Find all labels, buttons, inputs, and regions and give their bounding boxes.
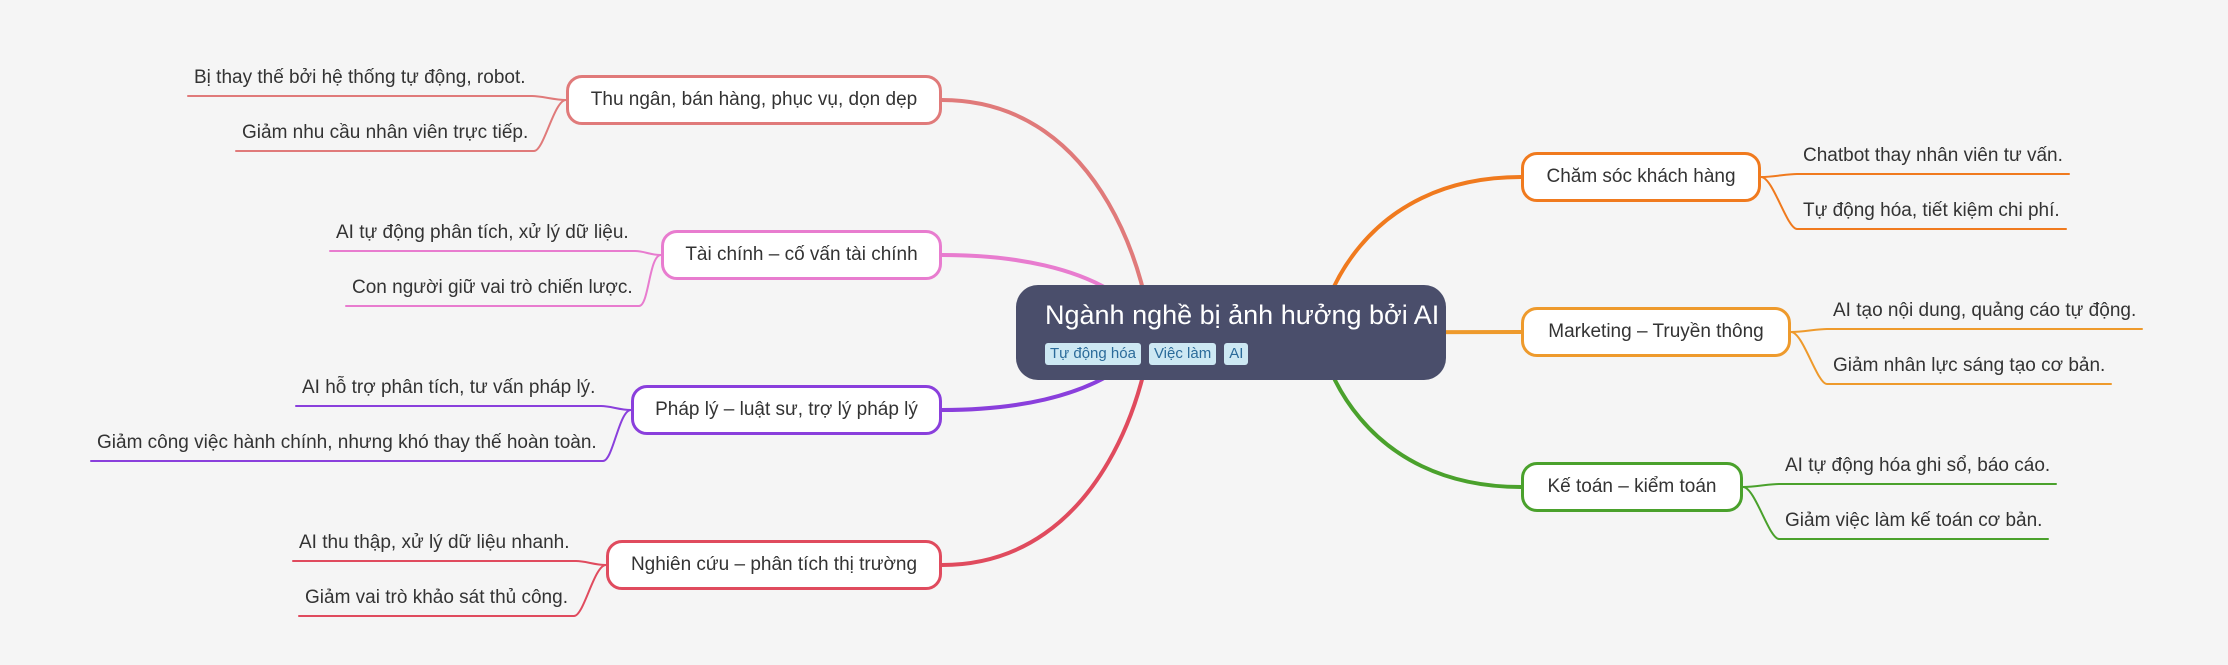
label-tags: Tự động hóa Việc làm AI [1045,343,1417,365]
detail-care-chatbot[interactable]: Chatbot thay nhân viên tư vấn. [1803,144,2063,168]
detail-marketing-content[interactable]: AI tạo nội dung, quảng cáo tự động. [1833,299,2136,323]
topic-cashier-sales[interactable]: Thu ngân, bán hàng, phục vụ, dọn dẹp [566,75,942,125]
detail-connector-4-0 [1760,173,2070,178]
detail-research-survey[interactable]: Giảm vai trò khảo sát thủ công. [305,586,568,610]
central-topic[interactable]: Ngành nghề bị ảnh hưởng bởi AI Tự động h… [1016,285,1446,380]
detail-accounting-bookkeeping[interactable]: AI tự động hóa ghi sổ, báo cáo. [1785,454,2050,478]
detail-care-automation[interactable]: Tự động hóa, tiết kiệm chi phí. [1803,199,2060,223]
detail-marketing-staff[interactable]: Giảm nhân lực sáng tạo cơ bản. [1833,354,2105,378]
detail-connector-2-0 [295,405,632,411]
tag-jobs[interactable]: Việc làm [1148,343,1217,365]
detail-finance-analysis[interactable]: AI tự động phân tích, xử lý dữ liệu. [336,221,629,245]
detail-cashier-demand[interactable]: Giảm nhu cầu nhân viên trực tiếp. [242,121,528,145]
detail-finance-strategy[interactable]: Con người giữ vai trò chiến lược. [352,276,633,300]
topic-customer-care[interactable]: Chăm sóc khách hàng [1521,152,1761,202]
detail-legal-admin[interactable]: Giảm công việc hành chính, nhưng khó tha… [97,431,597,455]
detail-accounting-jobs[interactable]: Giảm việc làm kế toán cơ bản. [1785,509,2042,533]
detail-connector-5-0 [1790,328,2143,333]
detail-cashier-replaced[interactable]: Bị thay thế bởi hệ thống tự động, robot. [194,66,526,90]
detail-connector-3-0 [292,560,607,566]
detail-legal-support[interactable]: AI hỗ trợ phân tích, tư vấn pháp lý. [302,376,595,400]
tag-automation[interactable]: Tự động hóa [1045,343,1141,365]
topic-market-research[interactable]: Nghiên cứu – phân tích thị trường [606,540,942,590]
detail-connector-0-0 [187,95,567,101]
topic-marketing[interactable]: Marketing – Truyền thông [1521,307,1791,357]
mind-map-canvas: Ngành nghề bị ảnh hưởng bởi AI Tự động h… [0,0,2228,665]
topic-finance-advisor[interactable]: Tài chính – cố vấn tài chính [661,230,942,280]
detail-research-data[interactable]: AI thu thập, xử lý dữ liệu nhanh. [299,531,570,555]
topic-accounting[interactable]: Kế toán – kiểm toán [1521,462,1743,512]
detail-connector-6-0 [1742,483,2057,488]
central-topic-title: Ngành nghề bị ảnh hưởng bởi AI [1045,300,1440,330]
detail-connector-1-0 [329,250,662,256]
tag-ai[interactable]: AI [1224,343,1249,365]
topic-legal[interactable]: Pháp lý – luật sư, trợ lý pháp lý [631,385,942,435]
